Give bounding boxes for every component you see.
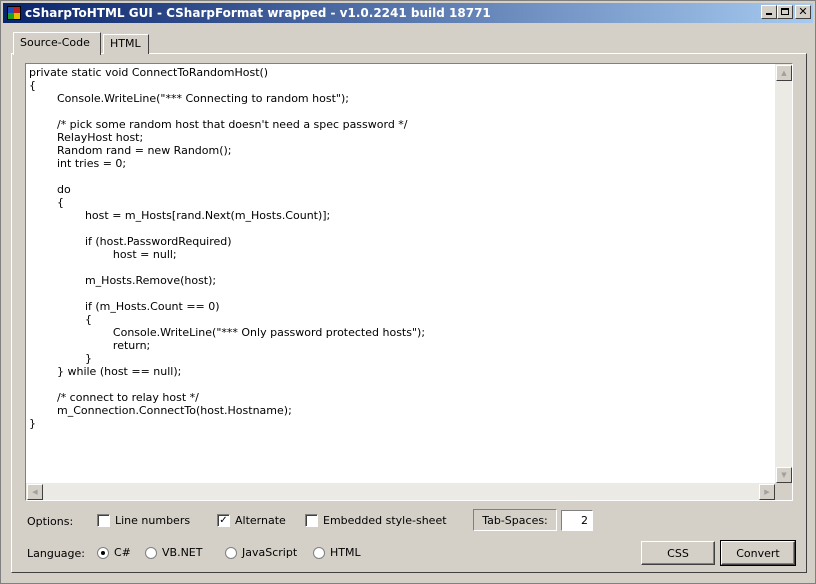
tab-spaces-label: Tab-Spaces: bbox=[473, 509, 557, 531]
app-window: cSharpToHTML GUI - CSharpFormat wrapped … bbox=[0, 0, 816, 584]
language-radio-javascript[interactable]: JavaScript bbox=[225, 546, 297, 559]
source-code-editor[interactable]: private static void ConnectToRandomHost(… bbox=[25, 63, 793, 501]
maximize-button[interactable] bbox=[777, 5, 793, 19]
title-bar[interactable]: cSharpToHTML GUI - CSharpFormat wrapped … bbox=[3, 3, 813, 23]
line-numbers-label: Line numbers bbox=[115, 514, 191, 527]
convert-button[interactable]: Convert bbox=[720, 540, 796, 566]
embedded-stylesheet-checkbox[interactable]: Embedded style-sheet bbox=[305, 514, 447, 527]
horizontal-scrollbar[interactable]: ◀ ▶ bbox=[26, 483, 775, 500]
options-label: Options: bbox=[27, 515, 74, 528]
arrow-down-icon[interactable]: ▼ bbox=[776, 467, 792, 483]
minimize-icon bbox=[766, 13, 772, 15]
language-radio-csharp[interactable]: C# bbox=[97, 546, 131, 559]
language-radio-html[interactable]: HTML bbox=[313, 546, 361, 559]
language-option-label: VB.NET bbox=[162, 546, 203, 559]
language-label: Language: bbox=[27, 547, 85, 560]
maximize-icon bbox=[781, 8, 789, 15]
tab-source-code[interactable]: Source-Code bbox=[13, 32, 101, 55]
language-option-label: JavaScript bbox=[242, 546, 298, 559]
close-button[interactable]: ✕ bbox=[795, 5, 811, 19]
scrollbar-corner bbox=[775, 483, 792, 500]
language-option-label: C# bbox=[114, 546, 131, 559]
code-text[interactable]: private static void ConnectToRandomHost(… bbox=[29, 66, 772, 480]
language-radio-vbnet[interactable]: VB.NET bbox=[145, 546, 202, 559]
alternate-label: Alternate bbox=[235, 514, 286, 527]
arrow-left-icon[interactable]: ◀ bbox=[27, 484, 43, 500]
checkbox-box[interactable] bbox=[305, 514, 318, 527]
css-button[interactable]: CSS bbox=[641, 541, 715, 565]
vertical-scrollbar[interactable]: ▲ ▼ bbox=[775, 64, 792, 483]
minimize-button[interactable] bbox=[761, 5, 777, 19]
language-option-label: HTML bbox=[330, 546, 361, 559]
embedded-stylesheet-label: Embedded style-sheet bbox=[323, 514, 447, 527]
tab-spaces-input[interactable]: 2 bbox=[561, 510, 593, 531]
checkmark-icon: ✓ bbox=[219, 515, 228, 526]
checkbox-box[interactable]: ✓ bbox=[217, 514, 230, 527]
line-numbers-checkbox[interactable]: Line numbers bbox=[97, 514, 190, 527]
tab-html[interactable]: HTML bbox=[103, 34, 149, 54]
radio-button[interactable] bbox=[313, 546, 325, 559]
radio-button[interactable] bbox=[225, 546, 237, 559]
alternate-checkbox[interactable]: ✓ Alternate bbox=[217, 514, 286, 527]
arrow-right-icon[interactable]: ▶ bbox=[759, 484, 775, 500]
checkbox-box[interactable] bbox=[97, 514, 110, 527]
radio-button[interactable] bbox=[97, 546, 109, 559]
arrow-up-icon[interactable]: ▲ bbox=[776, 65, 792, 81]
window-title: cSharpToHTML GUI - CSharpFormat wrapped … bbox=[25, 6, 491, 20]
app-icon[interactable] bbox=[7, 6, 21, 20]
close-icon: ✕ bbox=[798, 5, 808, 18]
radio-button[interactable] bbox=[145, 546, 157, 559]
